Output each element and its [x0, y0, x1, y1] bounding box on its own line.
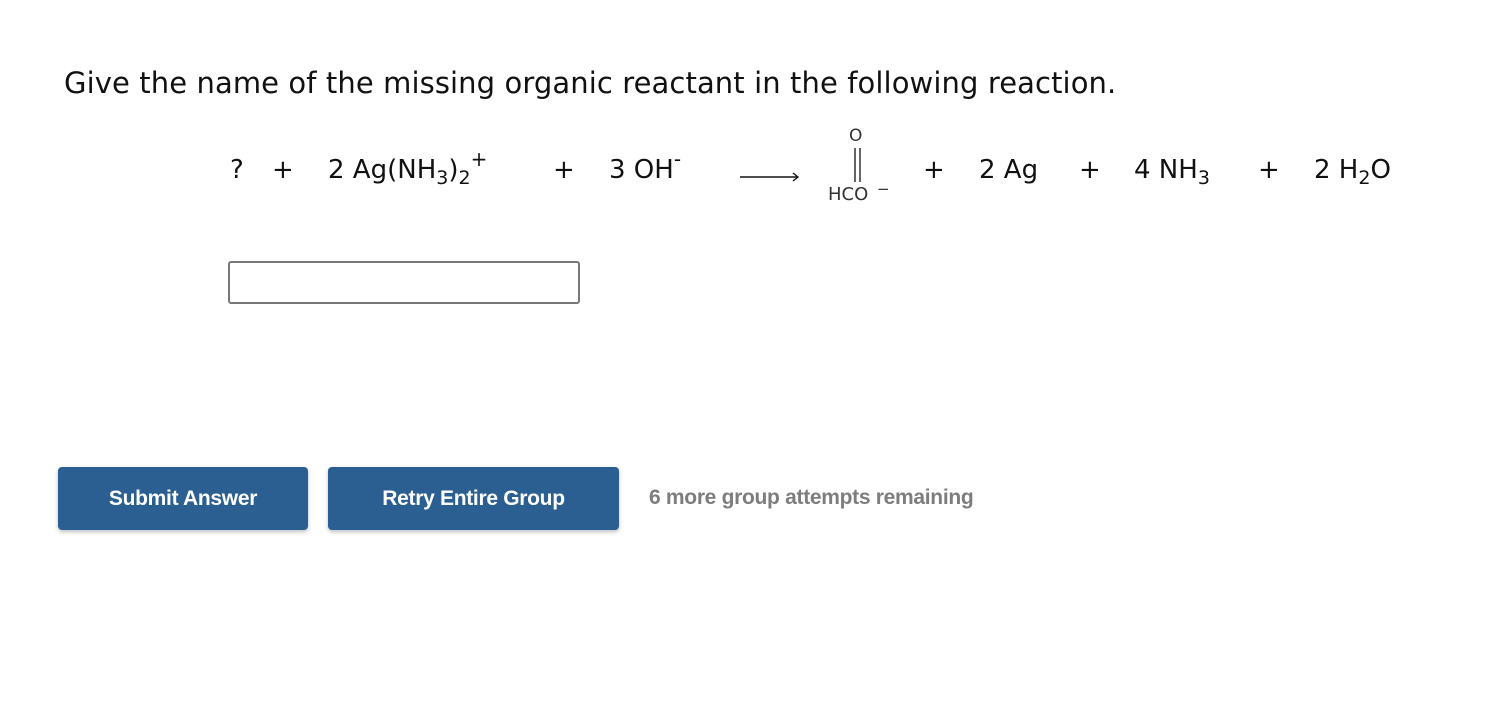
plus-sign: + [553, 155, 575, 185]
carbonyl-oxygen: O [849, 126, 863, 146]
reactant-silver-ammonia: 2 Ag(NH3)2+ [328, 147, 488, 189]
product-water: 2 H2O [1314, 155, 1391, 189]
plus-sign: + [923, 155, 945, 185]
question-prompt: Give the name of the missing organic rea… [64, 66, 1117, 100]
plus-sign: + [272, 155, 294, 185]
formate-formula: HCO [828, 184, 869, 205]
submit-answer-button[interactable]: Submit Answer [58, 467, 308, 530]
product-silver: 2 Ag [979, 155, 1039, 185]
attempts-remaining-text: 6 more group attempts remaining [649, 486, 974, 509]
retry-entire-group-button[interactable]: Retry Entire Group [328, 467, 619, 530]
formate-structure: O HCO − [826, 126, 906, 216]
plus-sign: + [1258, 155, 1280, 185]
unknown-reactant: ? [230, 155, 244, 185]
product-ammonia: 4 NH3 [1134, 155, 1210, 189]
reactant-hydroxide: 3 OH- [609, 147, 682, 185]
plus-sign: + [1079, 155, 1101, 185]
double-bond-icon [854, 148, 861, 182]
formate-charge: − [877, 180, 890, 198]
reaction-arrow-icon [740, 172, 800, 182]
answer-input[interactable] [228, 261, 580, 304]
